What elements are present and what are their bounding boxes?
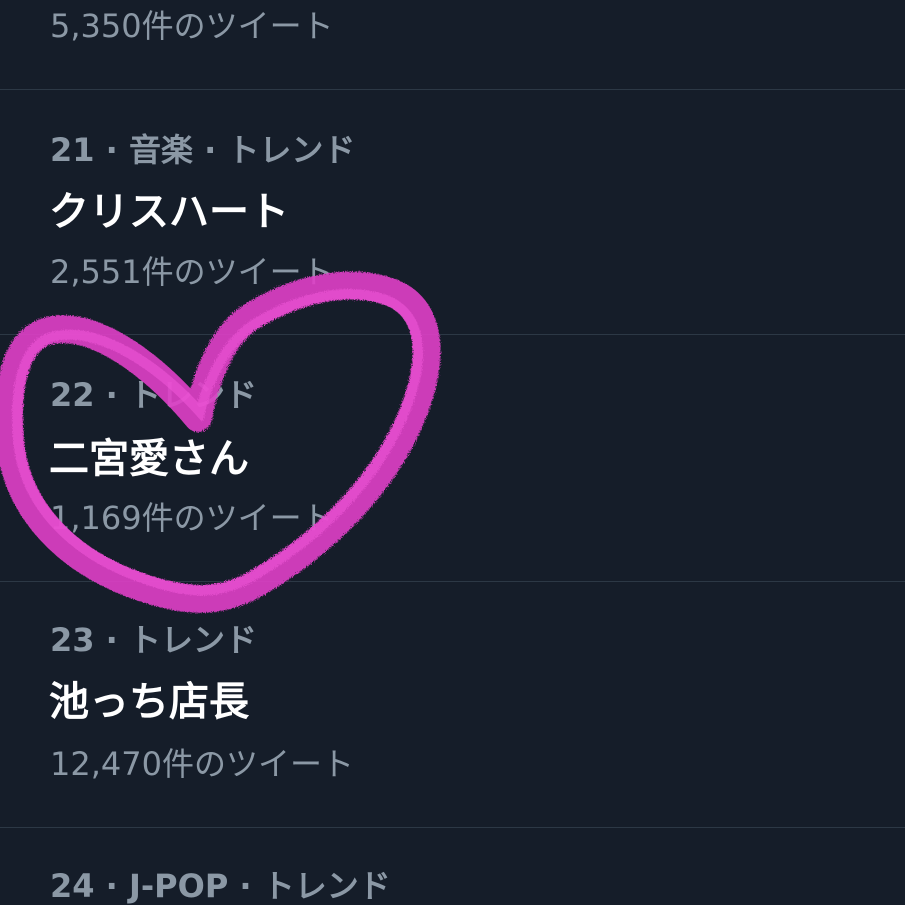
trend-item[interactable]: 24 · J-POP · トレンド xyxy=(0,828,905,905)
trend-tweet-count: 2,551件のツイート xyxy=(50,253,334,291)
trend-item[interactable]: 5,350件のツイート xyxy=(0,0,905,89)
trend-item[interactable]: 23 · トレンド 池っち店長 12,470件のツイート xyxy=(0,582,905,827)
trend-item[interactable]: 21 · 音楽 · トレンド クリスハート 2,551件のツイート xyxy=(0,90,905,334)
trend-meta: 23 · トレンド xyxy=(50,621,257,659)
trend-title: 池っち店長 xyxy=(49,679,249,725)
trend-title: クリスハート xyxy=(49,189,289,235)
trend-meta: 21 · 音楽 · トレンド xyxy=(50,131,356,169)
trend-list: 5,350件のツイート 21 · 音楽 · トレンド クリスハート 2,551件… xyxy=(0,0,905,905)
trend-meta: 24 · J-POP · トレンド xyxy=(50,867,391,905)
trend-title: 二宮愛さん xyxy=(49,436,249,482)
trend-tweet-count: 12,470件のツイート xyxy=(50,745,354,783)
trend-meta: 22 · トレンド xyxy=(50,376,257,414)
trend-tweet-count: 1,169件のツイート xyxy=(50,499,334,537)
trend-tweet-count: 5,350件のツイート xyxy=(50,7,334,45)
trend-item[interactable]: 22 · トレンド 二宮愛さん 1,169件のツイート xyxy=(0,335,905,581)
